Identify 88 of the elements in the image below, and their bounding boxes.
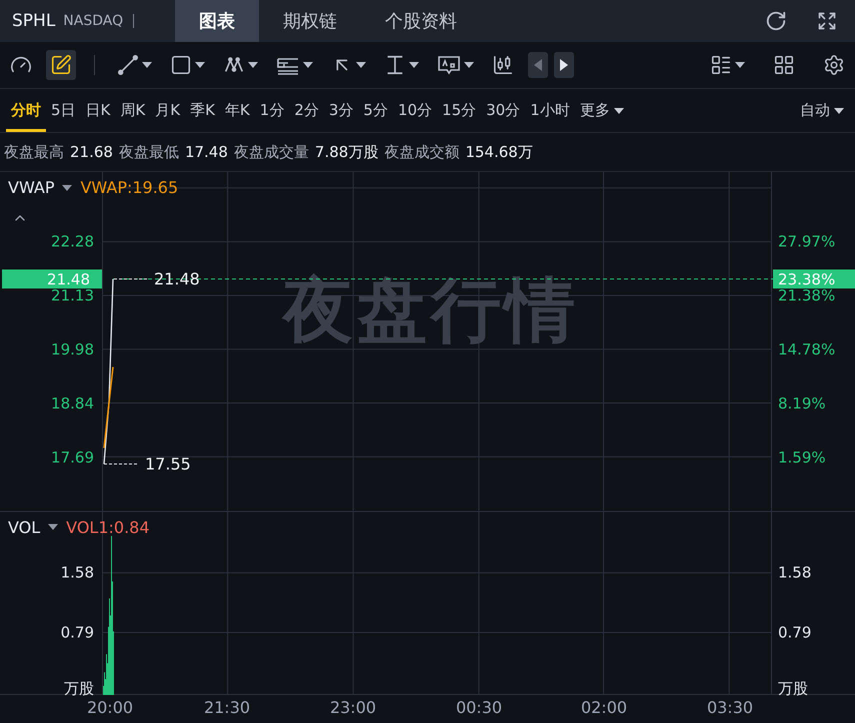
caret-icon — [464, 62, 474, 68]
axis-label: 14.78% — [778, 342, 836, 359]
period-tab[interactable]: 5日 — [46, 88, 81, 132]
period-tab[interactable]: 日K — [80, 88, 116, 132]
period-tab[interactable]: 2分 — [289, 88, 324, 132]
low-leader-line — [104, 464, 138, 465]
stat-label: 夜盘最高 — [4, 142, 64, 162]
rectangle-icon — [170, 54, 192, 76]
time-label: 20:00 — [86, 698, 134, 718]
right-triangle-icon — [560, 58, 568, 71]
stat-value: 21.68 — [70, 143, 113, 162]
axis-label: 21.38% — [778, 288, 836, 305]
stat-value: 7.88万股 — [314, 142, 378, 162]
period-tab[interactable]: 更多 — [574, 88, 629, 132]
caret-icon — [409, 62, 419, 68]
pencil-icon — [50, 54, 72, 76]
axis-label: 0.79 — [60, 624, 94, 642]
indicator-value: VWAP:19.65 — [80, 178, 178, 198]
high-price-label: 21.48 — [154, 270, 200, 289]
axis-label: 27.97% — [778, 234, 836, 251]
low-price-label: 17.55 — [145, 454, 191, 474]
period-tab[interactable]: 分时 — [6, 88, 46, 132]
grid-icon — [773, 54, 795, 76]
stat-value: 154.68万 — [465, 142, 533, 162]
axis-label: 1.58 — [60, 564, 94, 582]
time-label: 03:30 — [706, 698, 754, 718]
refresh-icon — [765, 10, 787, 32]
period-tab[interactable]: 3分 — [324, 88, 358, 132]
axis-label: 1.59% — [778, 450, 826, 467]
caret-icon — [303, 62, 313, 68]
time-label: 00:30 — [456, 698, 502, 718]
axis-label: 17.69 — [51, 450, 94, 467]
period-tab[interactable]: 年K — [220, 88, 255, 132]
period-tab[interactable]: 季K — [185, 88, 220, 132]
axis-label: 8.19% — [778, 396, 826, 413]
tool-button[interactable] — [46, 50, 76, 80]
note-icon — [437, 54, 461, 76]
change-percent-label: 23.38% — [773, 270, 855, 289]
time-label: 02:00 — [580, 698, 628, 718]
line-tool-icon — [117, 54, 139, 76]
axis-label: 1.58 — [778, 564, 812, 582]
dropdown-caret-icon — [62, 184, 72, 191]
axis-label: 18.84 — [51, 396, 94, 413]
caret-icon — [142, 62, 152, 68]
current-price-label: 21.48 — [2, 270, 102, 289]
caret-icon — [248, 62, 258, 68]
period-tab[interactable]: 30分 — [481, 88, 526, 132]
time-label: 21:30 — [204, 698, 250, 718]
axis-label: 0.79 — [778, 624, 812, 642]
period-tab[interactable]: 周K — [115, 88, 150, 132]
caret-icon — [834, 108, 844, 114]
time-label: 23:00 — [330, 698, 376, 718]
axis-label: 19.98 — [51, 342, 94, 359]
period-tab[interactable]: 15分 — [437, 88, 482, 132]
dropdown-caret-icon — [48, 524, 58, 530]
tab[interactable]: 图表 — [175, 0, 259, 42]
high-leader-line — [114, 278, 148, 280]
tab[interactable]: 个股资料 — [361, 0, 481, 42]
caret-icon — [735, 62, 745, 68]
tab[interactable]: 期权链 — [259, 0, 361, 42]
axis-label: 21.13 — [51, 288, 94, 305]
period-tab[interactable]: 月K — [150, 88, 186, 132]
stat-label: 夜盘成交额 — [384, 142, 460, 162]
stat-value: 17.48 — [184, 143, 228, 162]
caret-icon — [614, 108, 624, 114]
next-button[interactable] — [554, 52, 574, 78]
axis-label: 万股 — [64, 680, 94, 698]
indicator-value: VOL1:0.84 — [66, 518, 150, 537]
period-tab[interactable]: 1分 — [254, 88, 290, 132]
exchange-name: NASDAQ — [63, 14, 134, 28]
caret-icon — [356, 62, 366, 68]
candlestick-icon — [492, 54, 514, 76]
period-tab[interactable]: 1小时 — [525, 88, 575, 132]
left-triangle-icon — [534, 58, 542, 71]
stock-symbol: SPHL — [12, 10, 56, 31]
scale-mode-dropdown[interactable]: 自动 — [795, 88, 849, 132]
indicator-name[interactable]: VWAP — [8, 178, 54, 198]
stat-label: 夜盘最低 — [118, 142, 179, 162]
axis-label: 22.28 — [51, 234, 94, 251]
list-layout-icon — [710, 54, 732, 76]
indicator-name[interactable]: VOL — [8, 518, 40, 537]
period-tab[interactable]: 10分 — [392, 88, 438, 132]
caret-icon — [195, 62, 205, 68]
stat-label: 夜盘成交量 — [234, 142, 309, 162]
period-tab[interactable]: 5分 — [358, 88, 393, 132]
settings-icon — [823, 54, 845, 76]
fullscreen-icon — [817, 10, 837, 31]
axis-label: 万股 — [778, 680, 808, 698]
